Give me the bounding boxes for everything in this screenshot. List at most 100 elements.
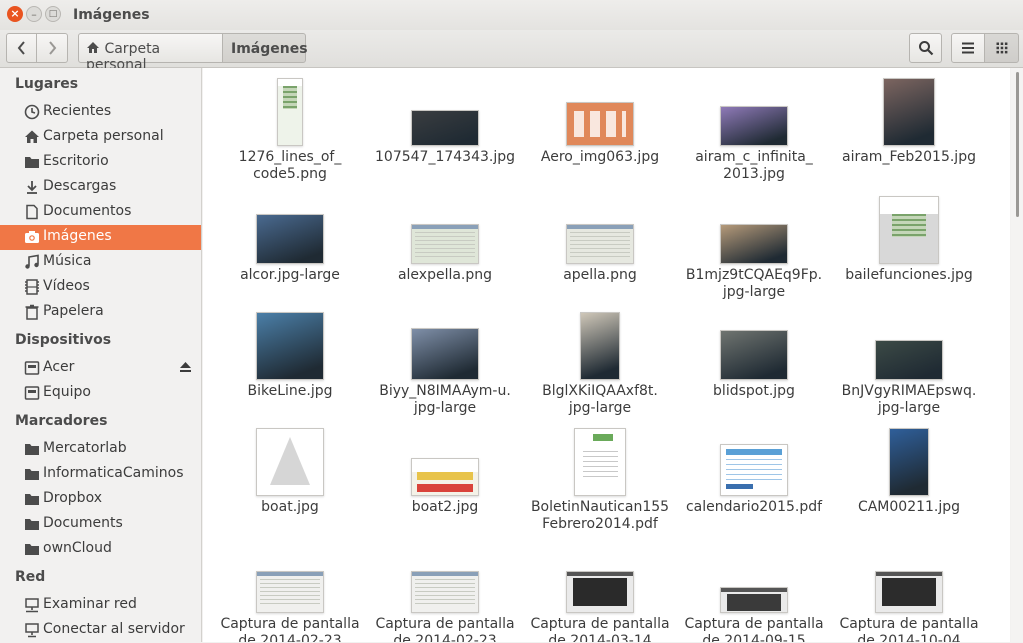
file-name: alcor.jpg-large [240, 267, 340, 283]
file-thumbnail [411, 224, 479, 264]
file-thumbnail [889, 428, 929, 496]
file-item[interactable]: bailefunciones.jpg [836, 186, 982, 304]
file-name: Captura de pantallade 2014-10-0414:37:11… [839, 616, 979, 642]
file-item[interactable]: calendario2015.pdf [681, 418, 827, 536]
file-item[interactable]: alcor.jpg-large [217, 186, 363, 304]
scrollbar-thumb[interactable] [1016, 72, 1019, 217]
file-thumbnail [411, 328, 479, 380]
sidebar-item-acer[interactable]: Acer [0, 356, 201, 381]
sidebar-item-label: Imágenes [43, 228, 112, 244]
file-name: CAM00211.jpg [857, 499, 961, 515]
file-thumbnail [256, 214, 324, 264]
maximize-icon[interactable]: □ [45, 6, 61, 22]
list-view-button[interactable] [951, 33, 985, 63]
camera-icon [25, 231, 39, 243]
sidebar-item-owncloud[interactable]: ownCloud [0, 537, 201, 562]
folder-icon [25, 494, 39, 505]
file-name: alexpella.png [397, 267, 493, 283]
file-thumbnail [566, 102, 634, 146]
sidebar-item-mercatorlab[interactable]: Mercatorlab [0, 437, 201, 462]
file-name: BoletinNautican155 Febrero2014.pdf [530, 499, 670, 532]
document-icon [26, 204, 38, 220]
file-thumbnail [411, 571, 479, 613]
forward-button[interactable] [36, 33, 68, 63]
music-icon [25, 254, 39, 269]
sidebar-section-lugares: Lugares [15, 76, 79, 92]
file-item[interactable]: Captura de pantallade 2014-02-2313:01:36… [372, 535, 518, 642]
file-item[interactable]: Biyy_N8IMAAym-u. jpg-large [372, 302, 518, 420]
sidebar-item-documentos[interactable]: Documentos [0, 200, 201, 225]
sidebar-section-marcadores: Marcadores [15, 413, 108, 429]
file-item[interactable]: BlglXKiIQAAxf8t. jpg-large [527, 302, 673, 420]
file-thumbnail [720, 106, 788, 146]
file-item[interactable]: airam_Feb2015.jpg [836, 68, 982, 186]
sidebar-item-carpeta-personal[interactable]: Carpeta personal [0, 125, 201, 150]
minimize-icon[interactable]: – [26, 6, 42, 22]
sidebar-item-dropbox[interactable]: Dropbox [0, 487, 201, 512]
file-item[interactable]: Captura de pantallade 2014-02-2313:00:37… [217, 535, 363, 642]
file-item[interactable]: blidspot.jpg [681, 302, 827, 420]
file-item[interactable]: Captura de pantallade 2014-09-1520:39:42… [681, 535, 827, 642]
toolbar: Carpeta personal Imágenes [0, 30, 1023, 73]
file-name: Captura de pantallade 2014-09-1520:39:42… [684, 616, 824, 642]
sidebar-item-documents[interactable]: Documents [0, 512, 201, 537]
breadcrumb-current[interactable]: Imágenes [222, 33, 308, 63]
file-item[interactable]: boat2.jpg [372, 418, 518, 536]
file-item[interactable]: B1mjz9tCQAEq9Fp. jpg-large [681, 186, 827, 304]
sidebar-item-escritorio[interactable]: Escritorio [0, 150, 201, 175]
file-item[interactable]: Captura de pantallade 2014-03-1412:45:24… [527, 535, 673, 642]
file-name: apella.png [563, 267, 637, 283]
back-button[interactable] [6, 33, 37, 63]
file-thumbnail [277, 78, 303, 146]
sidebar-item-label: Documents [43, 515, 123, 531]
film-icon [25, 279, 39, 295]
sidebar-item-examinar-red[interactable]: Examinar red [0, 593, 201, 618]
file-name: B1mjz9tCQAEq9Fp. jpg-large [685, 267, 823, 300]
file-item[interactable]: BnJVgyRIMAEpswq. jpg-large [836, 302, 982, 420]
sidebar-item-label: ownCloud [43, 540, 112, 556]
file-name: 107547_174343.jpg [375, 149, 515, 165]
download-icon [27, 181, 37, 194]
folder-icon [25, 544, 39, 555]
file-name: bailefunciones.jpg [845, 267, 973, 283]
search-icon [918, 41, 933, 56]
sidebar-item-conectar-al-servidor[interactable]: Conectar al servidor [0, 618, 201, 643]
file-item[interactable]: Captura de pantallade 2014-10-0414:37:11… [836, 535, 982, 642]
sidebar-item-label: Vídeos [43, 278, 90, 294]
file-item[interactable]: 107547_174343.jpg [372, 68, 518, 186]
file-name: airam_c_infinita_ 2013.jpg [695, 149, 813, 182]
sidebar-item-informaticacaminos[interactable]: InformaticaCaminos [0, 462, 201, 487]
file-item[interactable]: alexpella.png [372, 186, 518, 304]
sidebar-item-label: Equipo [43, 384, 91, 400]
file-item[interactable]: CAM00211.jpg [836, 418, 982, 536]
file-thumbnail [566, 224, 634, 264]
file-name: boat2.jpg [411, 499, 479, 515]
eject-icon[interactable] [179, 361, 192, 373]
search-button[interactable] [909, 33, 942, 63]
sidebar-item-música[interactable]: Música [0, 250, 201, 275]
file-item[interactable]: BikeLine.jpg [217, 302, 363, 420]
folder-icon [25, 469, 39, 480]
file-thumbnail [720, 444, 788, 496]
file-item[interactable]: boat.jpg [217, 418, 363, 536]
file-item[interactable]: 1276_lines_of_ code5.png [217, 68, 363, 186]
file-item[interactable]: apella.png [527, 186, 673, 304]
sidebar-item-equipo[interactable]: Equipo [0, 381, 201, 406]
sidebar-item-vídeos[interactable]: Vídeos [0, 275, 201, 300]
sidebar-item-label: InformaticaCaminos [43, 465, 184, 481]
breadcrumb-home[interactable]: Carpeta personal [78, 33, 223, 73]
sidebar-item-imágenes[interactable]: Imágenes [0, 225, 201, 250]
close-icon[interactable]: × [7, 6, 23, 22]
file-thumbnail [580, 312, 620, 380]
sidebar-item-recientes[interactable]: Recientes [0, 100, 201, 125]
file-item[interactable]: airam_c_infinita_ 2013.jpg [681, 68, 827, 186]
sidebar-item-descargas[interactable]: Descargas [0, 175, 201, 200]
sidebar-item-label: Recientes [43, 103, 112, 119]
file-view[interactable]: 1276_lines_of_ code5.png 107547_174343.jpg… [203, 68, 1010, 642]
file-thumbnail [256, 571, 324, 613]
file-item[interactable]: BoletinNautican155 Febrero2014.pdf [527, 418, 673, 536]
file-name: airam_Feb2015.jpg [842, 149, 976, 165]
sidebar-item-papelera[interactable]: Papelera [0, 300, 201, 325]
file-item[interactable]: Aero_img063.jpg [527, 68, 673, 186]
grid-view-button[interactable] [984, 33, 1019, 63]
